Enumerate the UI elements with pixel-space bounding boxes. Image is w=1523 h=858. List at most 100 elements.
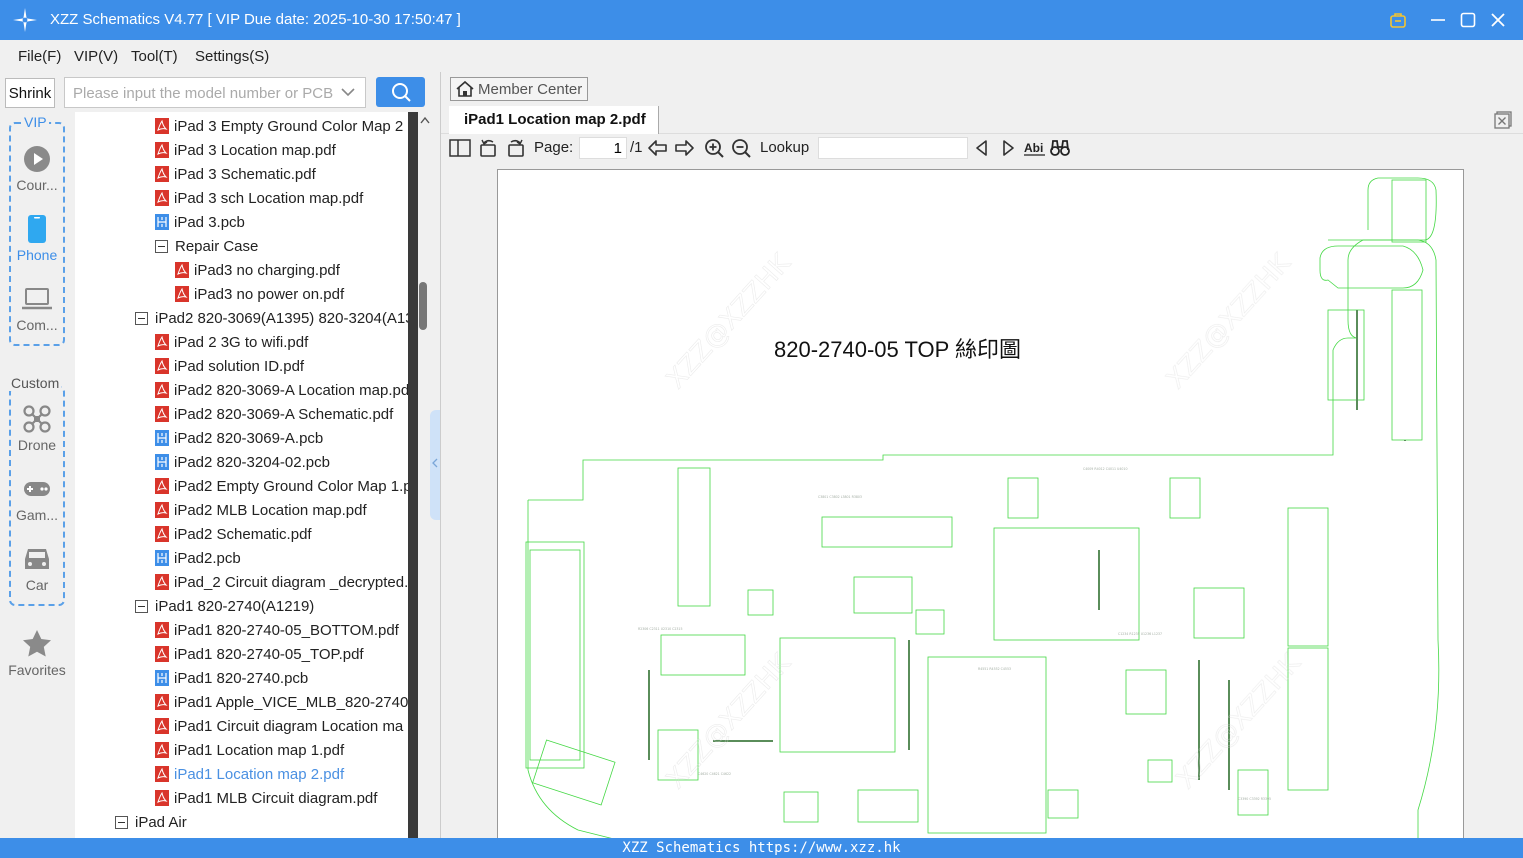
member-center-button[interactable]: Member Center (450, 77, 588, 101)
tree-file-item[interactable]: iPad 2 3G to wifi.pdf (155, 330, 308, 354)
tree-file-item[interactable]: iPad3 no charging.pdf (175, 258, 340, 282)
tree-file-item[interactable]: iPad1 Location map 1.pdf (155, 738, 344, 762)
collapse-icon[interactable] (135, 311, 148, 325)
prev-page-icon[interactable] (647, 138, 669, 158)
tree-file-item[interactable]: iPad 3 Location map.pdf (155, 138, 336, 162)
tree-file-item[interactable]: iPad1 820-2740-05_BOTTOM.pdf (155, 618, 399, 642)
tree-file-item[interactable]: iPad solution ID.pdf (155, 354, 304, 378)
chevron-down-icon[interactable] (341, 84, 355, 100)
scroll-up-icon[interactable] (420, 116, 430, 124)
tree-item-label: iPad solution ID.pdf (174, 357, 305, 375)
member-center-label: Member Center (478, 80, 583, 98)
menu-file[interactable]: File(F) (18, 48, 61, 65)
tree-file-item[interactable]: iPad1 820-2740-05_TOP.pdf (155, 642, 364, 666)
lookup-input[interactable] (818, 137, 968, 159)
category-computer[interactable]: Com... (6, 283, 68, 333)
chevron-left-icon (432, 458, 438, 468)
tree-item-label: iPad2 820-3204-02.pcb (174, 453, 330, 471)
category-phone[interactable]: Phone (6, 213, 68, 263)
tree-item-label: iPad2.pcb (174, 549, 241, 567)
rotate-left-icon[interactable] (478, 138, 500, 158)
zoom-in-icon[interactable] (704, 138, 726, 158)
tree-file-item[interactable]: iPad 3 Empty Ground Color Map 2 (155, 114, 403, 138)
pdf-page[interactable]: 820-2740-05 TOP 絲印圖 C4009 R4012 C4011 U4… (497, 169, 1464, 839)
tree-item-label: iPad_2 Circuit diagram _decrypted. (174, 573, 408, 591)
collapse-icon[interactable] (115, 815, 128, 829)
tree-folder[interactable]: iPad Air (115, 810, 187, 834)
next-page-icon[interactable] (673, 138, 695, 158)
menu-vip[interactable]: VIP(V) (74, 48, 118, 65)
tree-item-label: iPad1 Location map 2.pdf (174, 765, 345, 783)
panel-splitter[interactable] (430, 410, 440, 520)
pdf-file-icon (155, 622, 169, 638)
pdf-file-icon (155, 334, 169, 350)
tree-file-item[interactable]: iPad2 Empty Ground Color Map 1.p (155, 474, 408, 498)
tree-file-item[interactable]: iPad2 Schematic.pdf (155, 522, 312, 546)
sidebar-toggle-icon[interactable] (449, 138, 471, 158)
find-prev-icon[interactable] (971, 138, 993, 158)
play-circle-icon (24, 146, 50, 172)
page-label: Page: (534, 139, 574, 156)
tree-file-item[interactable]: iPad 3.pcb (155, 210, 245, 234)
shrink-button[interactable]: Shrink (5, 78, 55, 108)
category-drone[interactable]: Drone (6, 403, 68, 453)
tree-folder[interactable]: Repair Case (155, 234, 258, 258)
tree-scrollbar[interactable] (408, 112, 432, 838)
tree-file-item[interactable]: iPad2 820-3069-A.pcb (155, 426, 323, 450)
category-label: Com... (16, 317, 58, 333)
category-games[interactable]: Gam... (6, 473, 68, 523)
zoom-out-icon[interactable] (731, 138, 753, 158)
tree-item-label: iPad1 820-2740-05_BOTTOM.pdf (174, 621, 399, 639)
tree-folder[interactable]: iPad1 820-2740(A1219) (135, 594, 314, 618)
tree-file-item[interactable]: iPad3 no power on.pdf (175, 282, 344, 306)
tree-file-item[interactable]: iPad 3 sch Location map.pdf (155, 186, 363, 210)
app-logo-icon (13, 8, 37, 32)
vip-bag-button[interactable] (1386, 8, 1410, 32)
tree-file-item[interactable]: iPad2 820-3069-A Schematic.pdf (155, 402, 393, 426)
pdf-file-icon (155, 478, 169, 494)
match-case-icon[interactable]: Abi (1023, 138, 1047, 158)
tree-file-item[interactable]: iPad_2 Circuit diagram _decrypted. (155, 570, 408, 594)
page-number-input[interactable]: 1 (579, 137, 627, 159)
tree-file-item[interactable]: iPad2 MLB Location map.pdf (155, 498, 367, 522)
menu-settings[interactable]: Settings(S) (195, 48, 269, 65)
maximize-button[interactable] (1456, 8, 1480, 32)
tree-file-item[interactable]: iPad 3 Schematic.pdf (155, 162, 316, 186)
pdf-file-icon (155, 790, 169, 806)
category-label: Favorites (8, 662, 66, 678)
menu-tool[interactable]: Tool(T) (131, 48, 178, 65)
category-favorites[interactable]: Favorites (6, 628, 68, 678)
scrollbar-thumb[interactable] (419, 282, 427, 330)
tree-file-item[interactable]: iPad1 820-2740.pcb (155, 666, 308, 690)
close-tab-button[interactable] (1493, 110, 1513, 130)
tree-folder[interactable]: iPad2 820-3069(A1395) 820-3204(A13 (135, 306, 408, 330)
find-next-icon[interactable] (997, 138, 1019, 158)
minimize-button[interactable] (1426, 8, 1450, 32)
pdf-file-icon (155, 406, 169, 422)
tab-document[interactable]: iPad1 Location map 2.pdf (449, 106, 659, 134)
pcb-file-icon (155, 214, 169, 230)
tree-file-item[interactable]: iPad2 820-3204-02.pcb (155, 450, 330, 474)
tree-file-item[interactable]: iPad2.pcb (155, 546, 241, 570)
binoculars-icon[interactable] (1049, 138, 1071, 158)
svg-text:C4009 R4012 C4011 U4010: C4009 R4012 C4011 U4010 (1083, 467, 1128, 471)
tree-file-item[interactable]: iPad1 Apple_VICE_MLB_820-2740-/ (155, 690, 408, 714)
tree-item-label: iPad3 no charging.pdf (194, 261, 340, 279)
window-title: XZZ Schematics V4.77 [ VIP Due date: 202… (50, 11, 461, 28)
rotate-right-icon[interactable] (504, 138, 526, 158)
search-button[interactable] (376, 77, 425, 107)
collapse-icon[interactable] (155, 239, 168, 253)
collapse-icon[interactable] (135, 599, 148, 613)
svg-text:C1234 R1235 U1236 L1237: C1234 R1235 U1236 L1237 (1118, 632, 1162, 636)
category-car[interactable]: Car (6, 543, 68, 593)
tree-file-item[interactable]: iPad1 MLB Circuit diagram.pdf (155, 786, 377, 810)
tree-file-item[interactable]: iPad1 Circuit diagram Location ma (155, 714, 403, 738)
svg-text:XZZ@XZZHK: XZZ@XZZHK (661, 248, 797, 395)
star-icon (23, 630, 51, 657)
tree-file-item[interactable]: iPad2 820-3069-A Location map.pd (155, 378, 408, 402)
search-placeholder: Please input the model number or PCB (73, 85, 334, 102)
tree-file-item[interactable]: iPad1 Location map 2.pdf (155, 762, 344, 786)
model-search-input[interactable]: Please input the model number or PCB (64, 77, 366, 108)
close-button[interactable] (1486, 8, 1510, 32)
category-courses[interactable]: Cour... (6, 143, 68, 193)
